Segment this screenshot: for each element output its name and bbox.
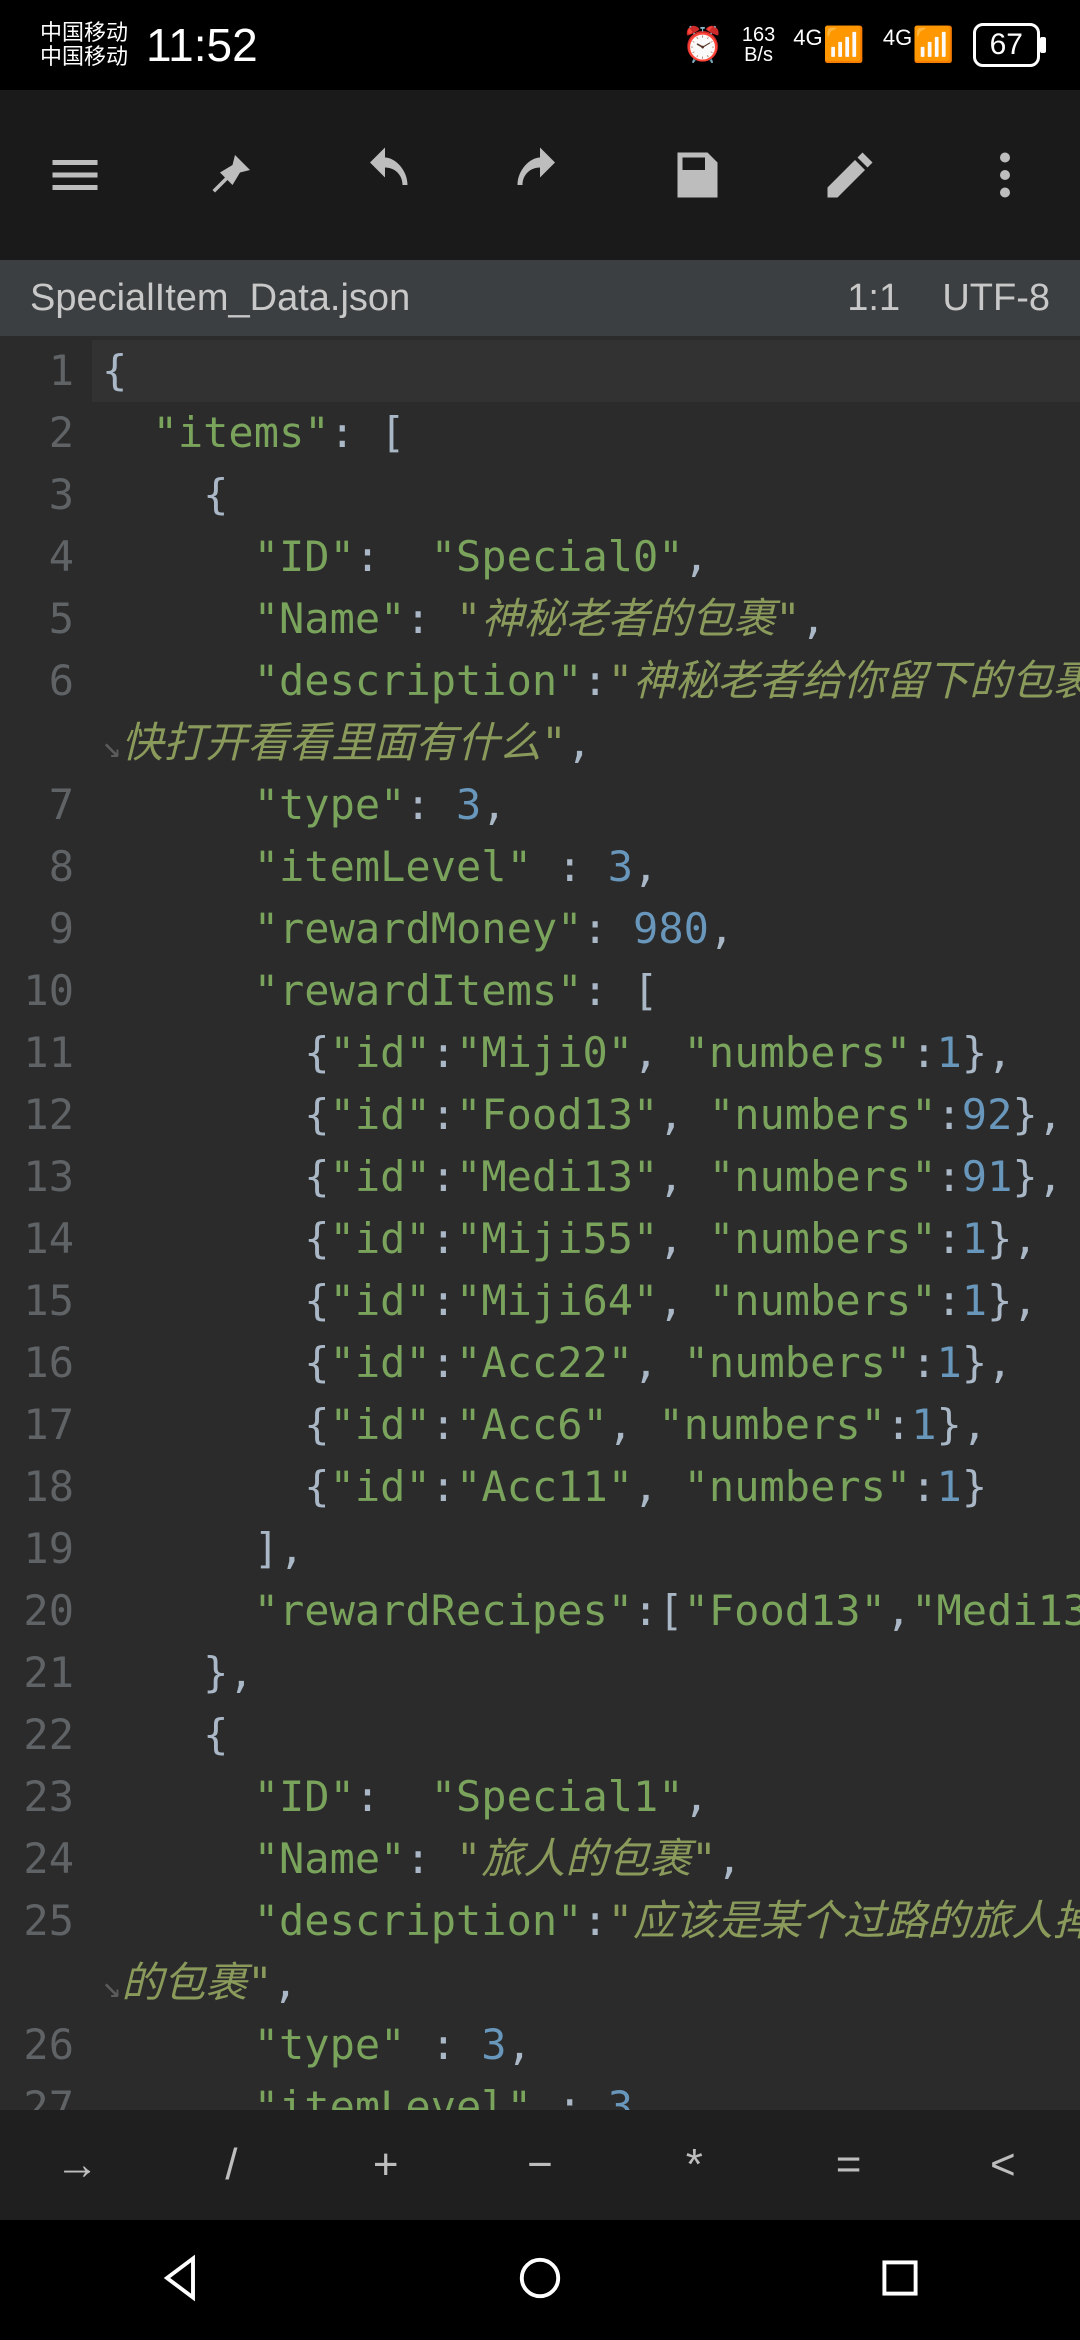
code-line[interactable]: {"id":"Miji55", "numbers":1}, (92, 1208, 1080, 1270)
code-line[interactable]: "itemLevel" : 3, (92, 836, 1080, 898)
net-speed: 163 B/s (742, 25, 775, 65)
edit-icon[interactable] (815, 140, 885, 210)
code-line[interactable]: ↘快打开看看里面有什么", (92, 712, 1080, 774)
pin-icon[interactable] (195, 140, 265, 210)
alarm-icon: ⏰ (682, 25, 724, 65)
code-line[interactable]: "rewardRecipes":["Food13","Medi13"] (92, 1580, 1080, 1642)
code-line[interactable]: ↘的包裹", (92, 1952, 1080, 2014)
code-line[interactable]: "description":"应该是某个过路的旅人掉落↙ (92, 1890, 1080, 1952)
file-info-bar: SpecialItem_Data.json 1:1 UTF-8 (0, 260, 1080, 336)
filename: SpecialItem_Data.json (30, 277, 410, 320)
code-line[interactable]: }, (92, 1642, 1080, 1704)
code-line[interactable]: {"id":"Acc11", "numbers":1} (92, 1456, 1080, 1518)
line-gutter: 1234567891011121314151617181920212223242… (0, 336, 92, 2110)
code-line[interactable]: {"id":"Acc6", "numbers":1}, (92, 1394, 1080, 1456)
code-line[interactable]: "ID": "Special0", (92, 526, 1080, 588)
carrier-2: 中国移动 (40, 45, 128, 69)
carrier-1: 中国移动 (40, 21, 128, 45)
key-equals[interactable]: = (771, 2140, 925, 2190)
code-line[interactable]: "description":"神秘老者给你留下的包裹， ↙ (92, 650, 1080, 712)
encoding: UTF-8 (942, 277, 1050, 319)
code-line[interactable]: "ID": "Special1", (92, 1766, 1080, 1828)
nav-home-icon[interactable] (514, 2252, 566, 2309)
clock: 11:52 (146, 18, 258, 72)
code-line[interactable]: "rewardMoney": 980, (92, 898, 1080, 960)
code-line[interactable]: "type" : 3, (92, 2014, 1080, 2076)
code-line[interactable]: "Name": "神秘老者的包裹", (92, 588, 1080, 650)
code-line[interactable]: { (92, 1704, 1080, 1766)
carrier-labels: 中国移动 中国移动 (40, 21, 128, 69)
redo-icon[interactable] (505, 140, 575, 210)
undo-icon[interactable] (350, 140, 420, 210)
code-line[interactable]: "itemLevel" : 3, (92, 2076, 1080, 2110)
key-slash[interactable]: / (154, 2140, 308, 2190)
code-line[interactable]: {"id":"Miji64", "numbers":1}, (92, 1270, 1080, 1332)
file-meta: 1:1 UTF-8 (847, 277, 1050, 320)
code-line[interactable]: "type": 3, (92, 774, 1080, 836)
save-icon[interactable] (660, 140, 730, 210)
more-icon[interactable] (970, 140, 1040, 210)
key-plus[interactable]: + (309, 2140, 463, 2190)
code-line[interactable]: {"id":"Medi13", "numbers":91}, (92, 1146, 1080, 1208)
code-line[interactable]: "items": [ (92, 402, 1080, 464)
code-line[interactable]: { (92, 464, 1080, 526)
code-line[interactable]: "Name": "旅人的包裹", (92, 1828, 1080, 1890)
symbol-keyboard: → / + − * = < (0, 2110, 1080, 2220)
nav-recent-icon[interactable] (874, 2252, 926, 2309)
code-editor[interactable]: 1234567891011121314151617181920212223242… (0, 336, 1080, 2110)
cursor-position: 1:1 (847, 277, 900, 319)
code-line[interactable]: {"id":"Food13", "numbers":92}, (92, 1084, 1080, 1146)
app-toolbar (0, 90, 1080, 260)
code-line[interactable]: "rewardItems": [ (92, 960, 1080, 1022)
signal-1: 4G📶 (793, 25, 865, 65)
menu-icon[interactable] (40, 140, 110, 210)
android-nav-bar (0, 2220, 1080, 2340)
key-lt[interactable]: < (926, 2140, 1080, 2190)
signal-2: 4G📶 (883, 25, 955, 65)
status-bar: 中国移动 中国移动 11:52 ⏰ 163 B/s 4G📶 4G📶 67 (0, 0, 1080, 90)
nav-back-icon[interactable] (154, 2252, 206, 2309)
key-tab[interactable]: → (0, 2140, 154, 2190)
key-minus[interactable]: − (463, 2140, 617, 2190)
key-star[interactable]: * (617, 2140, 771, 2190)
code-line[interactable]: {"id":"Acc22", "numbers":1}, (92, 1332, 1080, 1394)
code-content[interactable]: { "items": [ { "ID": "Special0", "Name":… (92, 336, 1080, 2110)
code-line[interactable]: { (92, 340, 1080, 402)
code-line[interactable]: {"id":"Miji0", "numbers":1}, (92, 1022, 1080, 1084)
battery: 67 (973, 23, 1040, 67)
code-line[interactable]: ], (92, 1518, 1080, 1580)
